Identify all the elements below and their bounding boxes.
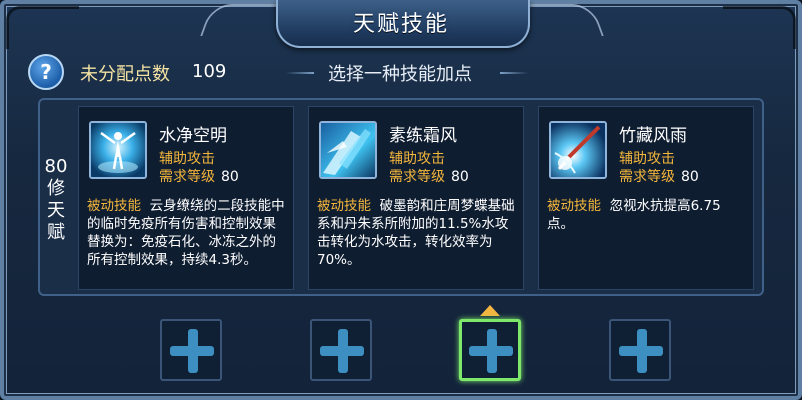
passive-tag: 被动技能 <box>547 198 601 214</box>
selection-arrow-icon <box>480 305 500 316</box>
tier-label-char: 赋 <box>47 222 65 243</box>
frame-ornament-left <box>6 6 79 49</box>
hint-divider-right <box>500 72 528 74</box>
requirement-label: 需求等级 <box>159 169 215 185</box>
skill-description: 被动技能 破墨韵和庄周梦蝶基础系和丹朱系所附加的11.5%水攻击转化为水攻击，转… <box>317 197 517 269</box>
unallocated-points-label: 未分配点数 <box>80 64 170 85</box>
requirement-label: 需求等级 <box>389 169 445 185</box>
talent-slot-4[interactable] <box>609 319 671 381</box>
talent-slot-3[interactable] <box>459 319 521 381</box>
skill-name: 竹藏风雨 <box>619 126 687 146</box>
skill-card-3[interactable]: 竹藏风雨 辅助攻击 需求等级 80 被动技能 忽视水抗提高6.75点。 <box>538 106 754 290</box>
talent-slot-2[interactable] <box>310 319 372 381</box>
skill-type: 辅助攻击 <box>619 151 675 167</box>
skill-name: 水净空明 <box>159 126 227 146</box>
water-figure-icon <box>89 121 147 179</box>
unallocated-points-value: 109 <box>192 61 227 82</box>
skill-requirement: 需求等级 80 <box>619 166 699 186</box>
requirement-value: 80 <box>221 169 239 185</box>
requirement-value: 80 <box>451 169 469 185</box>
tier-label-char: 修 <box>47 178 65 199</box>
skill-card-2[interactable]: 素练霜风 辅助攻击 需求等级 80 被动技能 破墨韵和庄周梦蝶基础系和丹朱系所附加… <box>308 106 524 290</box>
skill-name: 素练霜风 <box>389 126 457 146</box>
passive-tag: 被动技能 <box>317 198 371 214</box>
requirement-label: 需求等级 <box>619 169 675 185</box>
skill-type: 辅助攻击 <box>159 151 215 167</box>
help-icon[interactable]: ? <box>28 54 64 90</box>
plus-icon-bar <box>170 346 214 356</box>
skill-type: 辅助攻击 <box>389 151 445 167</box>
plus-icon-bar <box>320 346 364 356</box>
skill-requirement: 需求等级 80 <box>389 166 469 186</box>
dialog-title: 天赋技能 <box>352 12 449 37</box>
hint-text: 选择一种技能加点 <box>328 64 472 85</box>
skill-description: 被动技能 忽视水抗提高6.75点。 <box>547 197 747 233</box>
frame-ornament-right <box>723 6 796 49</box>
brush-strike-icon <box>549 121 607 179</box>
talent-slot-1[interactable] <box>160 319 222 381</box>
tier-label-char: 天 <box>47 200 65 221</box>
tier-label: 80 修 天 赋 <box>42 156 70 244</box>
skill-card-1[interactable]: 水净空明 辅助攻击 需求等级 80 被动技能 云身缭绕的二段技能中的临时免疫所有伤… <box>78 106 294 290</box>
skill-requirement: 需求等级 80 <box>159 166 239 186</box>
requirement-value: 80 <box>681 169 699 185</box>
passive-tag: 被动技能 <box>87 198 141 214</box>
plus-icon-bar <box>619 346 663 356</box>
skill-description: 被动技能 云身缭绕的二段技能中的临时免疫所有伤害和控制效果替换为：免疫石化、冰冻… <box>87 197 287 269</box>
plus-icon-bar <box>469 346 513 356</box>
ice-shard-icon <box>319 121 377 179</box>
tier-label-level: 80 <box>44 156 68 177</box>
